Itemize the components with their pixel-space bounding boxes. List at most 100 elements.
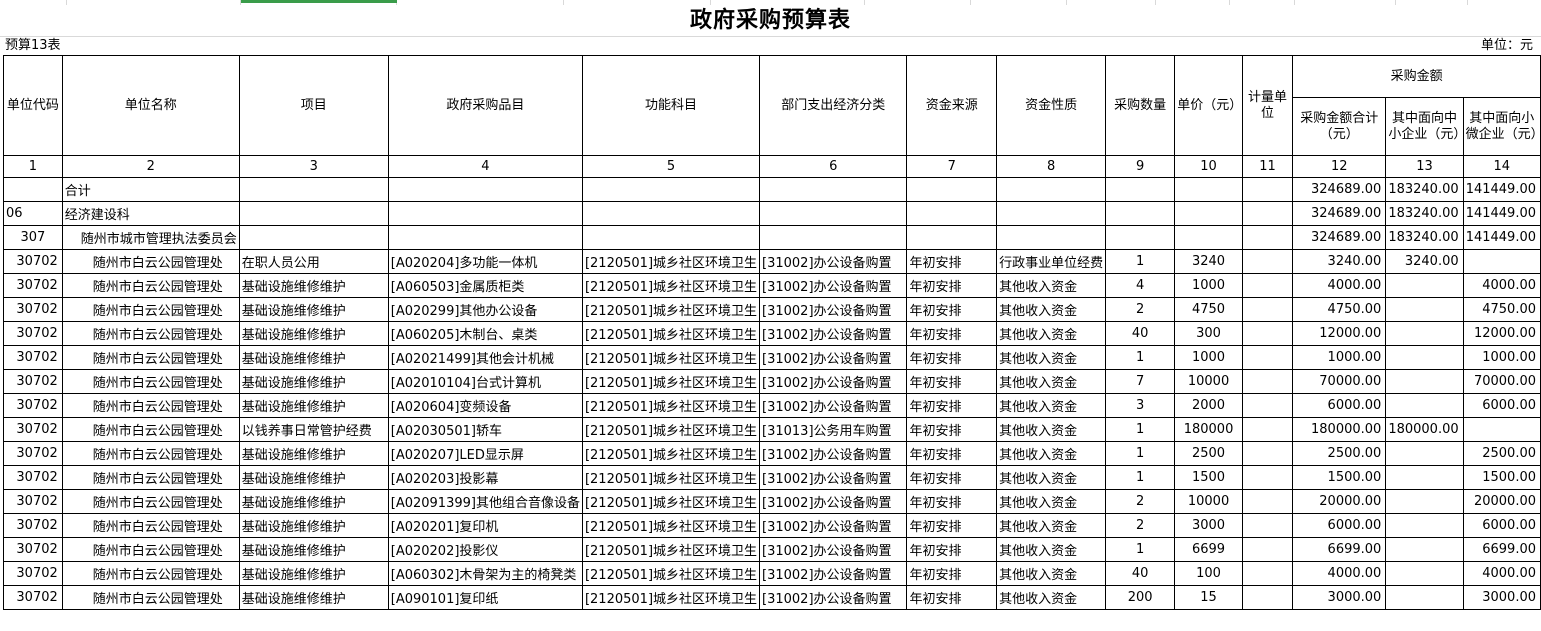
cell-amount-micro[interactable]: 6699.00 bbox=[1462, 537, 1541, 562]
cell-unit-code[interactable]: 307 bbox=[3, 225, 63, 250]
cell-unit-code[interactable]: 06 bbox=[3, 201, 63, 226]
cell-function-subject[interactable]: [2120501]城乡社区环境卫生 bbox=[581, 537, 761, 562]
cell-function-subject[interactable]: [2120501]城乡社区环境卫生 bbox=[581, 417, 761, 442]
cell-empty[interactable] bbox=[387, 225, 583, 250]
cell-empty[interactable] bbox=[1241, 225, 1294, 250]
cell-amount-total[interactable]: 324689.00 bbox=[1292, 225, 1387, 250]
cell-fund-source[interactable]: 年初安排 bbox=[906, 417, 998, 442]
cell-amount-micro[interactable]: 4000.00 bbox=[1462, 273, 1541, 298]
cell-amount-micro[interactable]: 6000.00 bbox=[1462, 393, 1541, 418]
cell-amount-sme[interactable] bbox=[1385, 489, 1464, 514]
cell-amount-micro[interactable] bbox=[1462, 417, 1541, 442]
cell-function-subject[interactable]: [2120501]城乡社区环境卫生 bbox=[581, 561, 761, 586]
cell-unit-name[interactable]: 随州市白云公园管理处 bbox=[61, 249, 240, 274]
cell-empty[interactable] bbox=[1105, 201, 1176, 226]
cell-unit-code[interactable]: 30702 bbox=[3, 393, 63, 418]
cell-amount-micro[interactable]: 20000.00 bbox=[1462, 489, 1541, 514]
cell-unit-price[interactable]: 1000 bbox=[1174, 273, 1243, 298]
header-amount-sme[interactable]: 其中面向中小企业（元） bbox=[1385, 97, 1464, 156]
cell-procurement-item[interactable]: [A020203]投影幕 bbox=[387, 465, 583, 490]
column-number-cell[interactable]: 1 bbox=[3, 155, 63, 178]
cell-function-subject[interactable]: [2120501]城乡社区环境卫生 bbox=[581, 273, 761, 298]
cell-project[interactable]: 基础设施维修维护 bbox=[238, 273, 389, 298]
cell-project[interactable]: 以钱养事日常管护经费 bbox=[238, 417, 389, 442]
cell-fund-nature[interactable]: 其他收入资金 bbox=[996, 513, 1107, 538]
cell-unit-name[interactable]: 随州市白云公园管理处 bbox=[61, 321, 240, 346]
cell-quantity[interactable]: 2 bbox=[1105, 489, 1176, 514]
cell-empty[interactable] bbox=[581, 177, 761, 202]
cell-amount-total[interactable]: 180000.00 bbox=[1292, 417, 1387, 442]
cell-fund-source[interactable]: 年初安排 bbox=[906, 465, 998, 490]
cell-procurement-item[interactable]: [A020604]变频设备 bbox=[387, 393, 583, 418]
cell-quantity[interactable]: 1 bbox=[1105, 249, 1176, 274]
cell-procurement-item[interactable]: [A02030501]轿车 bbox=[387, 417, 583, 442]
cell-project[interactable]: 基础设施维修维护 bbox=[238, 297, 389, 322]
cell-unit-price[interactable]: 100 bbox=[1174, 561, 1243, 586]
cell-econ-class[interactable]: [31002]办公设备购置 bbox=[759, 393, 908, 418]
cell-fund-nature[interactable]: 其他收入资金 bbox=[996, 585, 1107, 610]
cell-function-subject[interactable]: [2120501]城乡社区环境卫生 bbox=[581, 441, 761, 466]
cell-fund-nature[interactable]: 其他收入资金 bbox=[996, 537, 1107, 562]
cell-project[interactable]: 基础设施维修维护 bbox=[238, 489, 389, 514]
header-amount-micro[interactable]: 其中面向小微企业（元） bbox=[1462, 97, 1541, 156]
cell-econ-class[interactable]: [31002]办公设备购置 bbox=[759, 585, 908, 610]
cell-amount-micro[interactable]: 4750.00 bbox=[1462, 297, 1541, 322]
cell-unit-name[interactable]: 随州市白云公园管理处 bbox=[61, 537, 240, 562]
header-amount-group[interactable]: 采购金额 bbox=[1292, 55, 1541, 98]
cell-unit-name[interactable]: 合计 bbox=[61, 177, 240, 202]
cell-amount-total[interactable]: 1500.00 bbox=[1292, 465, 1387, 490]
cell-empty[interactable] bbox=[996, 225, 1107, 250]
cell-empty[interactable] bbox=[996, 177, 1107, 202]
cell-amount-sme[interactable]: 183240.00 bbox=[1385, 225, 1464, 250]
cell-function-subject[interactable]: [2120501]城乡社区环境卫生 bbox=[581, 297, 761, 322]
cell-measure-unit[interactable] bbox=[1241, 561, 1294, 586]
cell-econ-class[interactable]: [31002]办公设备购置 bbox=[759, 561, 908, 586]
cell-fund-source[interactable]: 年初安排 bbox=[906, 297, 998, 322]
cell-econ-class[interactable]: [31013]公务用车购置 bbox=[759, 417, 908, 442]
cell-measure-unit[interactable] bbox=[1241, 393, 1294, 418]
cell-procurement-item[interactable]: [A02010104]台式计算机 bbox=[387, 369, 583, 394]
cell-amount-sme[interactable]: 180000.00 bbox=[1385, 417, 1464, 442]
cell-unit-price[interactable]: 10000 bbox=[1174, 489, 1243, 514]
cell-fund-nature[interactable]: 其他收入资金 bbox=[996, 345, 1107, 370]
cell-function-subject[interactable]: [2120501]城乡社区环境卫生 bbox=[581, 513, 761, 538]
column-number-cell[interactable]: 14 bbox=[1462, 155, 1541, 178]
cell-project[interactable]: 基础设施维修维护 bbox=[238, 345, 389, 370]
cell-econ-class[interactable]: [31002]办公设备购置 bbox=[759, 273, 908, 298]
header-econ-class[interactable]: 部门支出经济分类 bbox=[759, 55, 908, 156]
cell-fund-source[interactable]: 年初安排 bbox=[906, 321, 998, 346]
cell-fund-source[interactable]: 年初安排 bbox=[906, 441, 998, 466]
cell-function-subject[interactable]: [2120501]城乡社区环境卫生 bbox=[581, 465, 761, 490]
cell-unit-code[interactable]: 30702 bbox=[3, 585, 63, 610]
cell-econ-class[interactable]: [31002]办公设备购置 bbox=[759, 369, 908, 394]
cell-procurement-item[interactable]: [A060302]木骨架为主的椅凳类 bbox=[387, 561, 583, 586]
cell-econ-class[interactable]: [31002]办公设备购置 bbox=[759, 297, 908, 322]
cell-project[interactable]: 基础设施维修维护 bbox=[238, 393, 389, 418]
cell-fund-nature[interactable]: 其他收入资金 bbox=[996, 465, 1107, 490]
cell-measure-unit[interactable] bbox=[1241, 441, 1294, 466]
cell-econ-class[interactable]: [31002]办公设备购置 bbox=[759, 321, 908, 346]
cell-unit-price[interactable]: 15 bbox=[1174, 585, 1243, 610]
header-function-subject[interactable]: 功能科目 bbox=[581, 55, 761, 156]
cell-empty[interactable] bbox=[1241, 201, 1294, 226]
cell-quantity[interactable]: 3 bbox=[1105, 393, 1176, 418]
column-number-cell[interactable]: 9 bbox=[1105, 155, 1176, 178]
cell-unit-code[interactable]: 30702 bbox=[3, 273, 63, 298]
cell-amount-sme[interactable] bbox=[1385, 513, 1464, 538]
cell-unit-price[interactable]: 2500 bbox=[1174, 441, 1243, 466]
cell-quantity[interactable]: 1 bbox=[1105, 345, 1176, 370]
cell-amount-sme[interactable] bbox=[1385, 393, 1464, 418]
cell-measure-unit[interactable] bbox=[1241, 273, 1294, 298]
cell-amount-sme[interactable] bbox=[1385, 321, 1464, 346]
cell-measure-unit[interactable] bbox=[1241, 345, 1294, 370]
column-number-cell[interactable]: 12 bbox=[1292, 155, 1387, 178]
cell-unit-price[interactable]: 4750 bbox=[1174, 297, 1243, 322]
cell-empty[interactable] bbox=[581, 225, 761, 250]
cell-empty[interactable] bbox=[1174, 201, 1243, 226]
cell-fund-nature[interactable]: 其他收入资金 bbox=[996, 273, 1107, 298]
cell-empty[interactable] bbox=[238, 225, 389, 250]
cell-unit-price[interactable]: 3000 bbox=[1174, 513, 1243, 538]
cell-quantity[interactable]: 4 bbox=[1105, 273, 1176, 298]
cell-amount-micro[interactable]: 141449.00 bbox=[1462, 177, 1541, 202]
cell-amount-total[interactable]: 3240.00 bbox=[1292, 249, 1387, 274]
